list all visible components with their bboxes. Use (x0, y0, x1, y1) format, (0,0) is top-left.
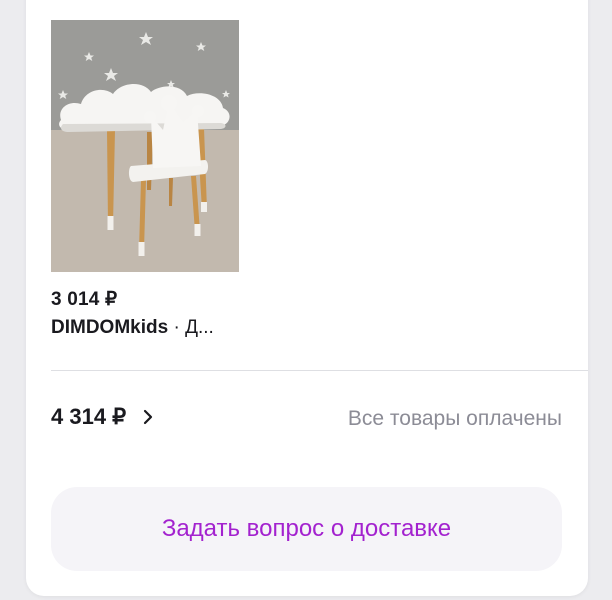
seller-name[interactable]: DIMDOMkids · Д... (51, 317, 214, 339)
total-amount-link[interactable]: 4 314 ₽ (51, 404, 154, 430)
ask-delivery-question-button[interactable]: Задать вопрос о доставке (51, 487, 562, 571)
total-amount: 4 314 ₽ (51, 404, 127, 429)
divider (51, 370, 588, 371)
seller-subtitle: · Д... (168, 317, 214, 338)
product-image[interactable] (51, 20, 239, 272)
seller-brand: DIMDOMkids (51, 317, 169, 338)
payment-status: Все товары оплачены (347, 407, 562, 430)
product-photo (51, 20, 239, 272)
chevron-right-icon (144, 409, 153, 425)
item-price: 3 014 ₽ (51, 289, 118, 310)
